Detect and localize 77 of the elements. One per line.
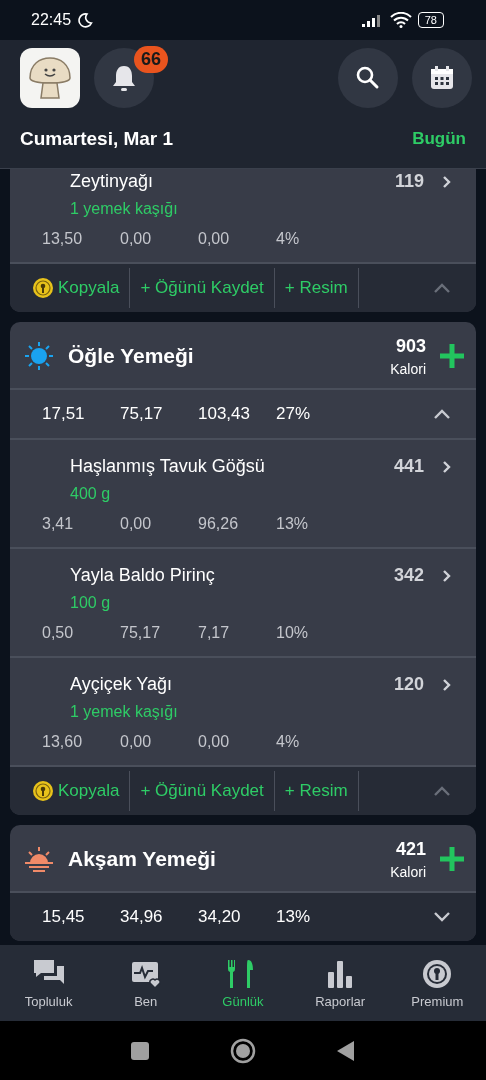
nav-tab[interactable]: Raporlar <box>295 957 386 1009</box>
food-name[interactable]: Zeytinyağı <box>70 171 154 192</box>
macro-value: 13,50 <box>42 230 84 248</box>
food-calories: 120 <box>393 674 424 695</box>
macro-total: 13% <box>276 907 312 927</box>
meal-action-button[interactable]: + Resim <box>274 268 359 308</box>
nav-tab[interactable]: Günlük <box>197 957 288 1009</box>
add-food-button[interactable] <box>438 845 466 873</box>
sun-icon <box>24 341 54 371</box>
calories-label: Kalori <box>390 863 426 880</box>
moon-icon <box>77 12 94 28</box>
search-icon <box>355 65 381 91</box>
macro-value: 75,17 <box>120 624 162 642</box>
chevron-right-icon[interactable] <box>442 568 452 583</box>
today-link[interactable]: Bugün <box>412 129 466 149</box>
macro-total: 75,17 <box>120 404 164 424</box>
status-time: 22:45 <box>31 11 72 29</box>
nav-tab[interactable]: Ben <box>100 957 191 1009</box>
macro-value: 0,00 <box>120 733 153 751</box>
macro-total: 103,43 <box>198 404 251 424</box>
food-portion: 1 yemek kaşığı <box>70 200 179 218</box>
macro-value: 7,17 <box>198 624 231 642</box>
macro-value: 10% <box>276 624 310 642</box>
meal-calories: 903 <box>395 335 426 357</box>
home-button[interactable] <box>230 1037 256 1064</box>
macro-value: 0,00 <box>198 230 231 248</box>
macro-value: 0,00 <box>120 230 153 248</box>
macro-value: 0,50 <box>42 624 75 642</box>
bell-icon <box>110 63 138 93</box>
macro-value: 4% <box>276 230 301 248</box>
food-name[interactable]: Yayla Baldo Pirinç <box>70 565 215 586</box>
macro-total: 15,45 <box>42 907 86 927</box>
macro-total: 27% <box>276 404 312 424</box>
wifi-icon <box>389 12 412 28</box>
keyhole-coin-icon <box>32 780 54 802</box>
recents-button[interactable] <box>130 1040 150 1061</box>
chevron-right-icon[interactable] <box>442 459 452 474</box>
macro-value: 4% <box>276 733 301 751</box>
macro-value: 0,00 <box>120 515 153 533</box>
meal-action-button[interactable]: + Resim <box>274 771 359 811</box>
macro-value: 96,26 <box>198 515 240 533</box>
food-name[interactable]: Haşlanmış Tavuk Göğsü <box>70 456 265 477</box>
meal-action-button[interactable]: + Öğünü Kaydet <box>130 771 275 811</box>
macro-total: 34,96 <box>120 907 164 927</box>
macro-total: 17,51 <box>42 404 86 424</box>
meal-action-button[interactable]: Kopyala <box>22 268 131 308</box>
food-calories: 441 <box>393 456 424 477</box>
add-food-button[interactable] <box>438 342 466 370</box>
back-button[interactable] <box>336 1039 356 1062</box>
food-portion: 100 g <box>70 594 112 612</box>
food-calories: 342 <box>393 565 424 586</box>
macro-value: 13% <box>276 515 310 533</box>
meal-calories: 421 <box>395 838 426 860</box>
calendar-icon <box>429 65 455 91</box>
meal-action-button[interactable]: Kopyala <box>22 771 131 811</box>
sunset-icon <box>24 844 54 874</box>
nav-tab[interactable]: Premium <box>392 957 483 1009</box>
food-portion: 400 g <box>70 485 112 503</box>
notification-badge: 66 <box>134 46 169 73</box>
battery-level: 78 <box>417 12 444 28</box>
meal-action-button[interactable]: + Öğünü Kaydet <box>130 268 275 308</box>
chevron-right-icon[interactable] <box>442 677 452 692</box>
food-portion: 1 yemek kaşığı <box>70 703 179 721</box>
macro-value: 0,00 <box>198 733 231 751</box>
macro-value: 13,60 <box>42 733 84 751</box>
keyhole-coin-icon <box>32 277 54 299</box>
meal-title: Akşam Yemeği <box>68 847 216 871</box>
chevron-right-icon[interactable] <box>442 174 452 189</box>
macro-total: 34,20 <box>198 907 242 927</box>
nav-tab[interactable]: Topluluk <box>3 957 94 1009</box>
macro-value: 3,41 <box>42 515 75 533</box>
food-calories: 119 <box>394 171 424 192</box>
calories-label: Kalori <box>390 360 426 377</box>
date-title: Cumartesi, Mar 1 <box>20 128 174 150</box>
meal-title: Öğle Yemeği <box>68 344 194 368</box>
food-name[interactable]: Ayçiçek Yağı <box>70 674 173 695</box>
mushroom-logo[interactable] <box>20 48 80 108</box>
